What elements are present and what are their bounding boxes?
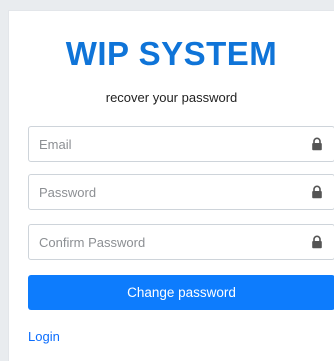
lock-icon [312,235,322,249]
change-password-button[interactable]: Change password [28,275,334,310]
page-subtitle: recover your password [105,90,238,105]
email-field-group [28,126,334,162]
recover-password-card: WIP SYSTEM recover your password Change … [8,10,334,361]
password-field-group [28,174,334,210]
lock-icon [312,185,322,199]
confirm-password-field-group [28,224,334,260]
brand-title: WIP SYSTEM [65,35,278,72]
lock-icon [312,137,322,151]
password-input[interactable] [29,175,299,209]
login-link[interactable]: Login [28,329,60,344]
confirm-password-input[interactable] [29,225,299,259]
email-input[interactable] [29,127,299,161]
